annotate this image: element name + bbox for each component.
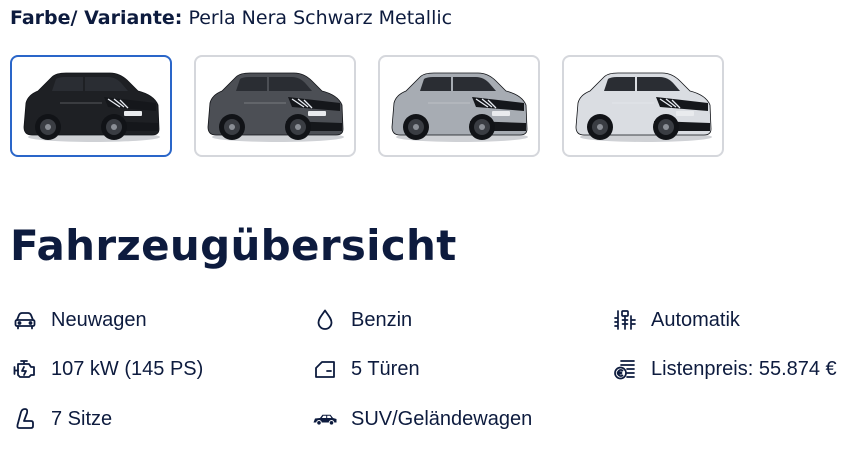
variant-line: Farbe/ Variante: Perla Nera Schwarz Meta… [10, 5, 452, 31]
color-swatch-3[interactable] [562, 55, 724, 157]
spec-transmission: Automatik [612, 307, 740, 333]
section-title: Fahrzeugübersicht [10, 221, 457, 270]
gear-shift-icon [612, 307, 638, 333]
car-image [207, 72, 344, 142]
variant-label: Farbe/ Variante: [10, 7, 183, 29]
engine-icon [12, 356, 38, 382]
color-swatch-1[interactable] [194, 55, 356, 157]
car-icon [12, 307, 38, 333]
spec-seats: 7 Sitze [12, 406, 112, 432]
spec-body-type: SUV/Geländewagen [312, 406, 532, 432]
color-swatch-2[interactable] [378, 55, 540, 157]
car-image [23, 72, 160, 142]
spec-condition: Neuwagen [12, 307, 147, 333]
spec-fuel-text: Benzin [351, 308, 413, 331]
seat-icon [12, 406, 38, 432]
suv-icon [312, 406, 338, 432]
fuel-drop-icon [312, 307, 338, 333]
color-swatch-0[interactable] [10, 55, 172, 157]
car-image [391, 72, 528, 142]
spec-doors: 5 Türen [312, 356, 420, 382]
spec-price: Listenpreis: 55.874 € [612, 356, 837, 382]
car-image [575, 72, 712, 142]
spec-doors-text: 5 Türen [351, 357, 420, 380]
door-icon [312, 356, 338, 382]
spec-power-text: 107 kW (145 PS) [51, 357, 204, 380]
spec-condition-text: Neuwagen [51, 308, 147, 331]
spec-price-text: Listenpreis: 55.874 € [651, 357, 837, 380]
spec-body-type-text: SUV/Geländewagen [351, 407, 533, 430]
spec-transmission-text: Automatik [651, 308, 740, 331]
spec-seats-text: 7 Sitze [51, 407, 113, 430]
variant-value: Perla Nera Schwarz Metallic [188, 7, 453, 29]
spec-fuel: Benzin [312, 307, 412, 333]
price-tag-icon [612, 356, 638, 382]
spec-power: 107 kW (145 PS) [12, 356, 203, 382]
